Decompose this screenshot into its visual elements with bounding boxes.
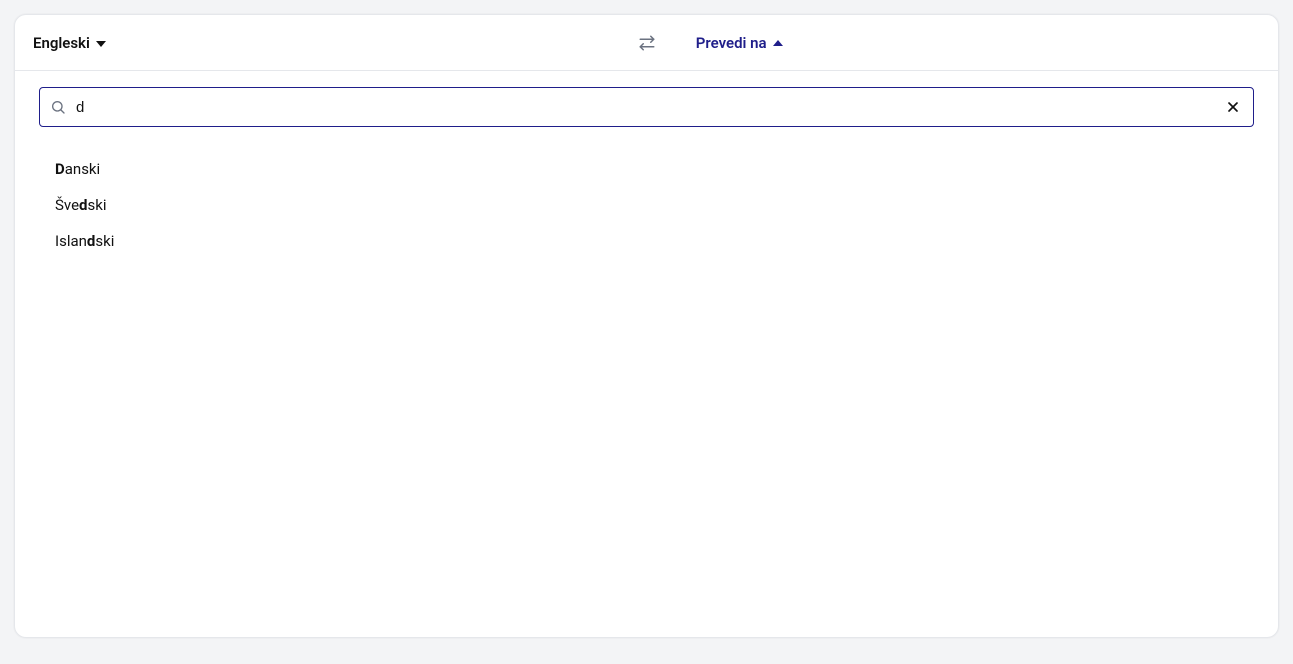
header-inner: Engleski Prevedi na: [31, 28, 1262, 58]
target-language-selector[interactable]: Prevedi na: [696, 34, 783, 52]
language-search-input[interactable]: [76, 99, 1213, 116]
header: Engleski Prevedi na: [15, 15, 1278, 71]
search-results: Danski Švedski Islandski: [39, 151, 1254, 259]
language-option[interactable]: Švedski: [55, 187, 1254, 223]
source-language-label: Engleski: [33, 34, 90, 52]
swap-languages-button[interactable]: [631, 27, 663, 59]
language-option[interactable]: Danski: [55, 151, 1254, 187]
caret-down-icon: [96, 41, 106, 47]
search-icon: [50, 99, 66, 115]
clear-search-button[interactable]: [1223, 97, 1243, 117]
target-language-label: Prevedi na: [696, 34, 767, 52]
translator-card: Engleski Prevedi na: [14, 14, 1279, 638]
body: Danski Švedski Islandski: [15, 71, 1278, 637]
source-language-selector[interactable]: Engleski: [31, 28, 108, 58]
swap-icon: [638, 34, 656, 52]
caret-up-icon: [773, 40, 783, 46]
close-icon: [1225, 99, 1241, 115]
language-search-box: [39, 87, 1254, 127]
language-option[interactable]: Islandski: [55, 223, 1254, 259]
